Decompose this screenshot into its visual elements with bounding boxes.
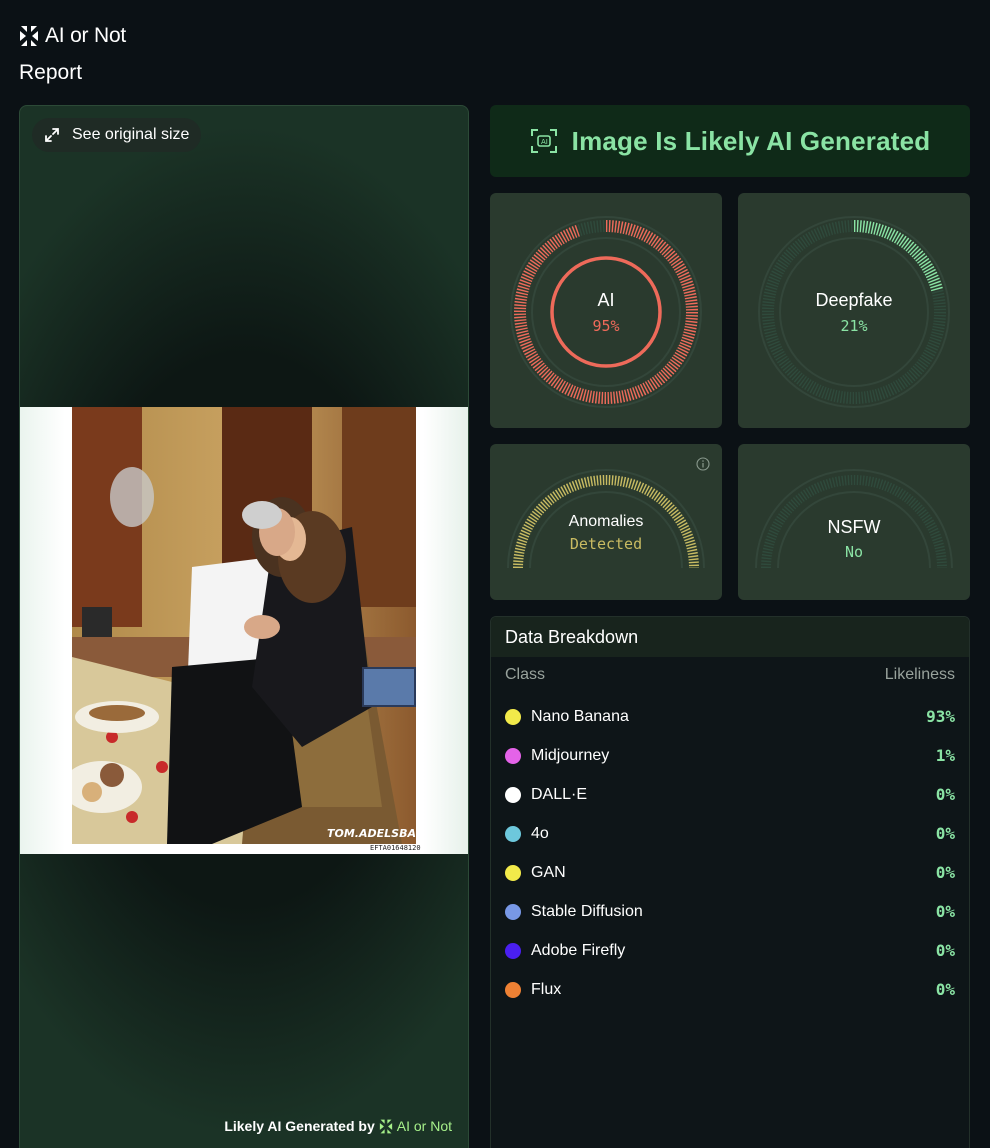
class-color-dot <box>505 942 521 959</box>
breakdown-row: Midjourney 1% <box>491 736 969 775</box>
class-likeliness: 0% <box>935 980 955 999</box>
ai-score-label: AI <box>597 290 615 310</box>
breakdown-row: Flux 0% <box>491 970 969 1009</box>
ai-or-not-logo-icon <box>379 1119 392 1133</box>
anomalies-label: Anomalies <box>568 513 644 530</box>
photo-watermark: TOM.ADELSBACH <box>327 827 416 840</box>
class-color-dot <box>505 825 521 842</box>
class-name: Nano Banana <box>531 707 629 725</box>
brand-name: AI or Not <box>45 24 127 47</box>
column-class-header: Class <box>505 666 546 683</box>
class-name: 4o <box>531 824 549 842</box>
footer-brand: AI or Not <box>396 1118 452 1134</box>
class-name: Stable Diffusion <box>531 902 643 920</box>
deepfake-score-label: Deepfake <box>815 290 893 310</box>
class-likeliness: 0% <box>935 902 955 921</box>
image-preview-panel: See original size TOM.ADELSBA EFTA016481… <box>19 105 469 1148</box>
gauge-outer-ring <box>758 216 950 408</box>
class-name: Midjourney <box>531 746 610 764</box>
page-title: Report <box>19 61 83 84</box>
class-color-dot <box>505 864 521 881</box>
class-name: DALL·E <box>531 785 588 803</box>
class-likeliness: 1% <box>935 746 955 765</box>
gauge-track <box>762 220 946 404</box>
class-likeliness: 0% <box>935 785 955 804</box>
breakdown-header: Class Likeliness <box>491 657 969 697</box>
class-color-dot <box>505 747 521 764</box>
class-likeliness: 93% <box>926 707 955 726</box>
gauge-outer-ring <box>510 216 702 408</box>
deepfake-score-card: Deepfake 21% <box>738 193 970 428</box>
nsfw-value: No <box>844 543 864 561</box>
class-name: Flux <box>531 980 562 998</box>
breakdown-row: 4o 0% <box>491 814 969 853</box>
gauge-inner-ring <box>531 237 681 387</box>
nsfw-card: NSFW No <box>738 444 970 600</box>
breakdown-row: GAN 0% <box>491 853 969 892</box>
breakdown-row: DALL·E 0% <box>491 775 969 814</box>
gauge-core-ring <box>550 256 662 368</box>
class-name: GAN <box>531 863 566 881</box>
see-original-size-button[interactable]: See original size <box>32 118 202 152</box>
breakdown-title: Data Breakdown <box>491 617 969 657</box>
ai-score-value: 95% <box>592 317 620 335</box>
see-original-size-label: See original size <box>72 126 190 143</box>
breakdown-row: Adobe Firefly 0% <box>491 931 969 970</box>
breakdown-rows: Nano Banana 93% Midjourney 1% DALL·E 0% 4o 0% GA… <box>491 697 969 1009</box>
deepfake-score-value: 21% <box>840 317 868 335</box>
ai-generated-footer-badge: Likely AI Generated by AI or Not <box>224 1118 452 1134</box>
expand-icon <box>45 128 59 142</box>
gauge-fill-arc <box>853 220 944 293</box>
ai-score-card: AI 95% <box>490 193 722 428</box>
photo-frame: TOM.ADELSBACH EFTA01648120 <box>20 407 468 854</box>
ai-or-not-logo-icon <box>20 26 38 46</box>
breakdown-row: Nano Banana 93% <box>491 697 969 736</box>
scan-icon: AI <box>530 129 557 153</box>
class-likeliness: 0% <box>935 941 955 960</box>
class-color-dot <box>505 786 521 803</box>
class-likeliness: 0% <box>935 863 955 882</box>
analyzed-photo[interactable]: TOM.ADELSBACH <box>72 407 416 844</box>
breakdown-row: Stable Diffusion 0% <box>491 892 969 931</box>
class-color-dot <box>505 981 521 998</box>
gauge-inner-ring <box>779 237 929 387</box>
svg-text:AI: AI <box>541 138 548 146</box>
class-color-dot <box>505 708 521 725</box>
nsfw-label: NSFW <box>827 517 881 537</box>
footer-prefix: Likely AI Generated by <box>224 1118 375 1134</box>
brand-logo[interactable]: AI or Not <box>19 24 126 48</box>
verdict-banner: AI Image Is Likely AI Generated <box>490 105 970 177</box>
class-likeliness: 0% <box>935 824 955 843</box>
photo-caption: EFTA01648120 <box>370 844 421 852</box>
class-color-dot <box>505 903 521 920</box>
info-icon[interactable] <box>696 457 710 471</box>
data-breakdown-panel: Data Breakdown Class Likeliness Nano Ban… <box>490 616 970 1148</box>
class-name: Adobe Firefly <box>531 941 626 959</box>
anomalies-card: Anomalies Detected <box>490 444 722 600</box>
anomalies-value: Detected <box>569 535 643 553</box>
column-likeliness-header: Likeliness <box>884 666 955 683</box>
verdict-text: Image Is Likely AI Generated <box>571 125 931 156</box>
